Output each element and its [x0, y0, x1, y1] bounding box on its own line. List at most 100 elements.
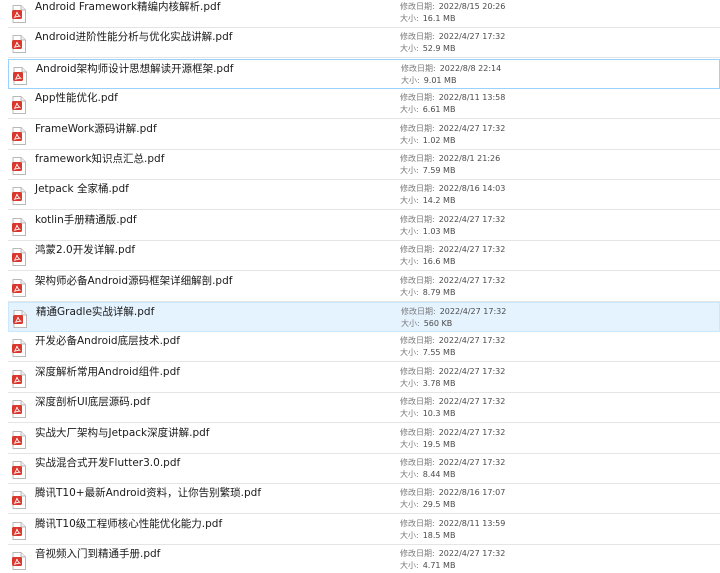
file-row[interactable]: kotlin手册精通版.pdf 修改日期: 2022/4/27 17:32 大小:…	[8, 211, 720, 241]
file-size: 大小: 14.2 MB	[400, 195, 455, 206]
modified-date: 修改日期: 2022/8/11 13:58	[400, 92, 505, 103]
modified-value: 2022/4/27 17:32	[438, 397, 506, 407]
file-size: 大小: 19.5 MB	[400, 439, 455, 450]
modified-date: 修改日期: 2022/4/27 17:32	[400, 427, 505, 438]
file-name: 音视频入门到精通手册.pdf	[35, 548, 161, 561]
modified-value: 2022/8/16 17:07	[438, 488, 506, 498]
pdf-file-icon	[12, 461, 26, 479]
modified-date: 修改日期: 2022/8/16 17:07	[400, 487, 505, 498]
size-value: 16.1 MB	[422, 14, 456, 23]
modified-label: 修改日期:	[400, 336, 435, 346]
file-row[interactable]: 腾讯T10级工程师核心性能优化能力.pdf 修改日期: 2022/8/11 13:…	[8, 515, 720, 545]
modified-label: 修改日期:	[400, 2, 435, 11]
size-value: 560 KB	[423, 319, 453, 328]
file-name: Android Framework精编内核解析.pdf	[35, 1, 221, 13]
file-row[interactable]: 鸿蒙2.0开发详解.pdf 修改日期: 2022/4/27 17:32 大小: 16…	[8, 241, 720, 272]
size-value: 7.55 MB	[422, 348, 456, 358]
pdf-file-icon	[12, 157, 26, 175]
size-value: 29.5 MB	[422, 500, 456, 510]
file-row[interactable]: 精通Gradle实战详解.pdf 修改日期: 2022/4/27 17:32 大小…	[8, 302, 720, 332]
file-size: 大小: 16.6 MB	[400, 256, 455, 267]
modified-date: 修改日期: 2022/4/27 17:32	[400, 396, 505, 407]
file-name: 腾讯T10+最新Android资料，让你告别繁琐.pdf	[35, 487, 262, 500]
modified-value: 2022/4/27 17:32	[438, 245, 506, 255]
file-size: 大小: 1.03 MB	[400, 226, 455, 237]
modified-label: 修改日期:	[400, 549, 435, 559]
file-name: Android进阶性能分析与优化实战讲解.pdf	[35, 31, 233, 44]
modified-label: 修改日期:	[400, 184, 435, 194]
modified-label: 修改日期:	[400, 245, 435, 255]
file-row[interactable]: framework知识点汇总.pdf 修改日期: 2022/8/1 21:26 大…	[8, 150, 720, 180]
pdf-file-icon	[12, 248, 26, 267]
modified-date: 修改日期: 2022/4/27 17:32	[400, 457, 505, 468]
file-name: 实战大厂架构与Jetpack深度讲解.pdf	[35, 426, 210, 439]
pdf-file-icon	[12, 35, 26, 54]
size-label: 大小:	[401, 75, 420, 85]
modified-label: 修改日期:	[400, 123, 435, 133]
size-label: 大小:	[400, 226, 419, 236]
file-list: Android Framework精编内核解析.pdf 修改日期: 2022/8/…	[0, 0, 720, 573]
modified-date: 修改日期: 2022/4/27 17:32	[400, 214, 505, 225]
file-row[interactable]: 音视频入门到精通手册.pdf 修改日期: 2022/4/27 17:32 大小: 4…	[8, 545, 720, 573]
modified-label: 修改日期:	[400, 214, 435, 224]
file-row[interactable]: 实战混合式开发Flutter3.0.pdf 修改日期: 2022/4/27 17:…	[8, 454, 720, 484]
modified-date: 修改日期: 2022/8/11 13:59	[400, 518, 505, 529]
file-size: 大小: 8.44 MB	[400, 469, 455, 480]
modified-value: 2022/8/8 22:14	[439, 63, 502, 73]
file-name: Jetpack 全家桶.pdf	[35, 183, 129, 196]
size-label: 大小:	[400, 348, 419, 358]
size-label: 大小:	[400, 378, 419, 388]
file-row[interactable]: 实战大厂架构与Jetpack深度讲解.pdf 修改日期: 2022/4/27 17…	[8, 424, 720, 454]
file-row[interactable]: Jetpack 全家桶.pdf 修改日期: 2022/8/16 14:03 大小:…	[8, 180, 720, 211]
modified-value: 2022/8/1 21:26	[438, 154, 501, 163]
file-size: 大小: 52.9 MB	[400, 43, 455, 54]
modified-date: 修改日期: 2022/8/16 14:03	[400, 183, 505, 194]
size-label: 大小:	[400, 196, 419, 206]
modified-label: 修改日期:	[401, 307, 436, 316]
modified-value: 2022/4/27 17:32	[438, 549, 506, 559]
size-label: 大小:	[400, 166, 419, 175]
file-name: 实战混合式开发Flutter3.0.pdf	[35, 457, 181, 469]
file-row[interactable]: Android Framework精编内核解析.pdf 修改日期: 2022/8/…	[8, 0, 720, 28]
file-name: 开发必备Android底层技术.pdf	[35, 335, 180, 348]
modified-label: 修改日期:	[400, 32, 435, 42]
modified-date: 修改日期: 2022/8/15 20:26	[400, 1, 505, 12]
pdf-file-icon	[12, 400, 26, 419]
file-row[interactable]: 开发必备Android底层技术.pdf 修改日期: 2022/4/27 17:32…	[8, 332, 720, 363]
size-label: 大小:	[400, 409, 419, 419]
size-label: 大小:	[400, 439, 419, 449]
file-row[interactable]: 架构师必备Android源码框架详细解剖.pdf 修改日期: 2022/4/27 …	[8, 272, 720, 302]
pdf-file-icon	[12, 430, 26, 449]
file-row[interactable]: 深度剖析UI底层源码.pdf 修改日期: 2022/4/27 17:32 大小: 1…	[8, 393, 720, 424]
size-value: 8.79 MB	[422, 287, 456, 297]
modified-label: 修改日期:	[400, 518, 435, 528]
size-value: 1.02 MB	[422, 135, 456, 145]
pdf-file-icon	[12, 552, 26, 571]
modified-date: 修改日期: 2022/8/1 21:26	[400, 153, 500, 164]
size-label: 大小:	[400, 14, 419, 23]
size-label: 大小:	[400, 530, 419, 540]
size-label: 大小:	[400, 105, 419, 115]
size-value: 19.5 MB	[422, 439, 456, 449]
size-value: 8.44 MB	[422, 470, 456, 479]
modified-value: 2022/8/11 13:59	[438, 518, 506, 528]
modified-label: 修改日期:	[400, 397, 435, 407]
pdf-file-icon	[12, 126, 26, 145]
modified-value: 2022/4/27 17:32	[438, 214, 506, 224]
file-name: kotlin手册精通版.pdf	[35, 213, 137, 226]
file-size: 大小: 7.59 MB	[400, 165, 455, 176]
size-label: 大小:	[401, 319, 420, 328]
pdf-file-icon	[12, 491, 26, 510]
modified-label: 修改日期:	[400, 275, 435, 285]
size-value: 4.71 MB	[422, 561, 456, 571]
file-row[interactable]: 深度解析常用Android组件.pdf 修改日期: 2022/4/27 17:32…	[8, 363, 720, 393]
file-row[interactable]: App性能优化.pdf 修改日期: 2022/8/11 13:58 大小: 6.61…	[8, 89, 720, 120]
file-row[interactable]: Android架构师设计思想解读开源框架.pdf 修改日期: 2022/8/8 2…	[8, 58, 720, 89]
file-row[interactable]: FrameWork源码讲解.pdf 修改日期: 2022/4/27 17:32 大…	[8, 120, 720, 150]
modified-date: 修改日期: 2022/8/8 22:14	[401, 63, 501, 74]
modified-label: 修改日期:	[400, 488, 435, 498]
file-row[interactable]: 腾讯T10+最新Android资料，让你告别繁琐.pdf 修改日期: 2022/8…	[8, 484, 720, 515]
file-row[interactable]: Android进阶性能分析与优化实战讲解.pdf 修改日期: 2022/4/27 …	[8, 28, 720, 59]
size-label: 大小:	[400, 287, 419, 297]
size-label: 大小:	[400, 44, 419, 54]
